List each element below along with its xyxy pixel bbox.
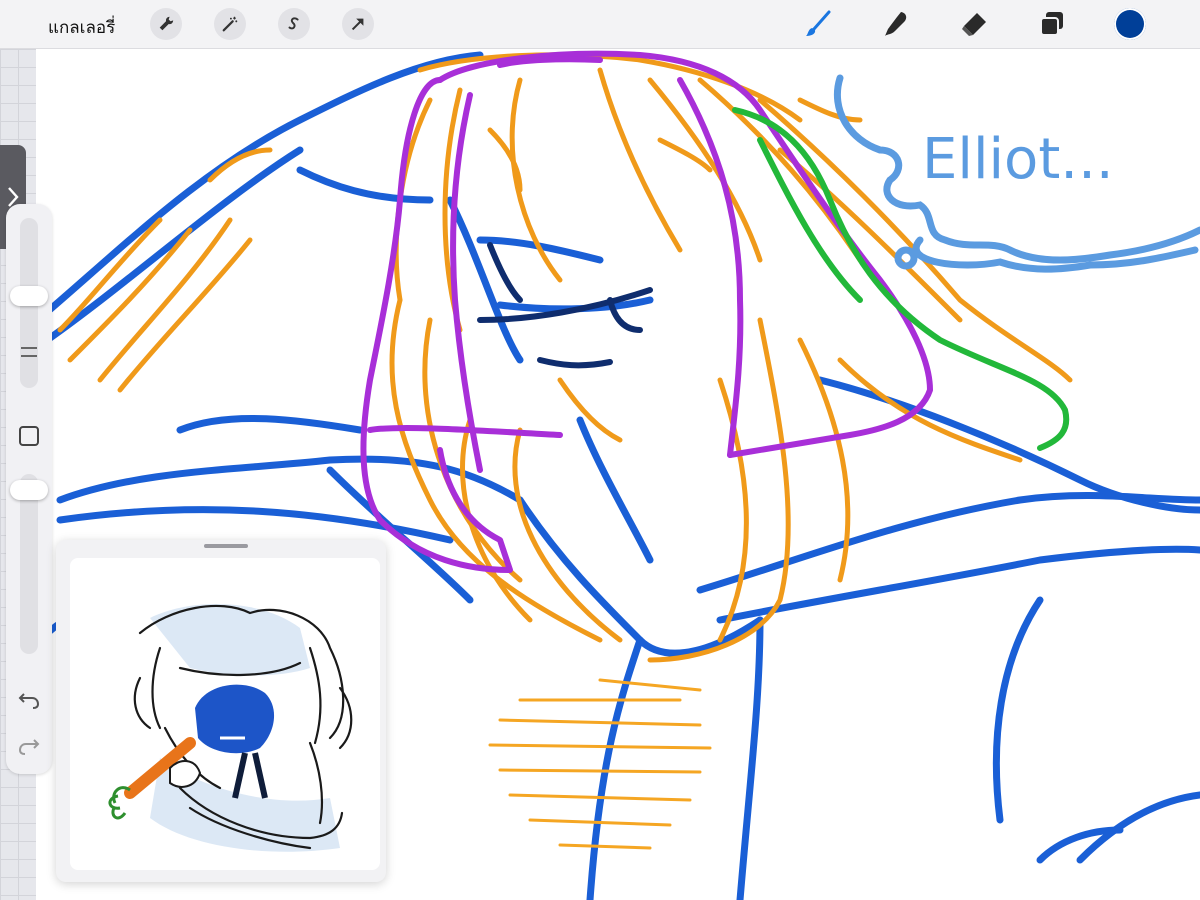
modify-square-icon[interactable]: [17, 424, 41, 448]
gallery-button[interactable]: แกลเลอรี่: [48, 14, 115, 41]
brush-icon[interactable]: [800, 6, 836, 42]
reference-window[interactable]: [56, 540, 386, 882]
reference-window-handle[interactable]: [204, 544, 248, 548]
magic-wand-icon[interactable]: [214, 8, 246, 40]
speech-text: Elliot...: [922, 127, 1114, 192]
wrench-icon[interactable]: [150, 8, 182, 40]
brush-size-thumb[interactable]: [10, 286, 48, 306]
reference-sketch: [108, 604, 353, 852]
eraser-icon[interactable]: [956, 6, 992, 42]
menu-lines-icon: [17, 340, 41, 364]
undo-icon[interactable]: [17, 688, 41, 712]
opacity-thumb[interactable]: [10, 480, 48, 500]
smudge-icon[interactable]: [878, 6, 914, 42]
canvas-area: Elliot...: [0, 49, 1200, 900]
opacity-slider[interactable]: [20, 474, 38, 654]
color-picker-button[interactable]: [1114, 8, 1146, 40]
left-sidebar: [6, 204, 52, 774]
reference-image: [70, 558, 380, 870]
layers-icon[interactable]: [1034, 6, 1070, 42]
top-toolbar: แกลเลอรี่: [0, 0, 1200, 49]
transform-arrow-icon[interactable]: [342, 8, 374, 40]
chest-hair-strokes: [488, 678, 712, 850]
selection-icon[interactable]: [278, 8, 310, 40]
redo-icon[interactable]: [17, 734, 41, 758]
